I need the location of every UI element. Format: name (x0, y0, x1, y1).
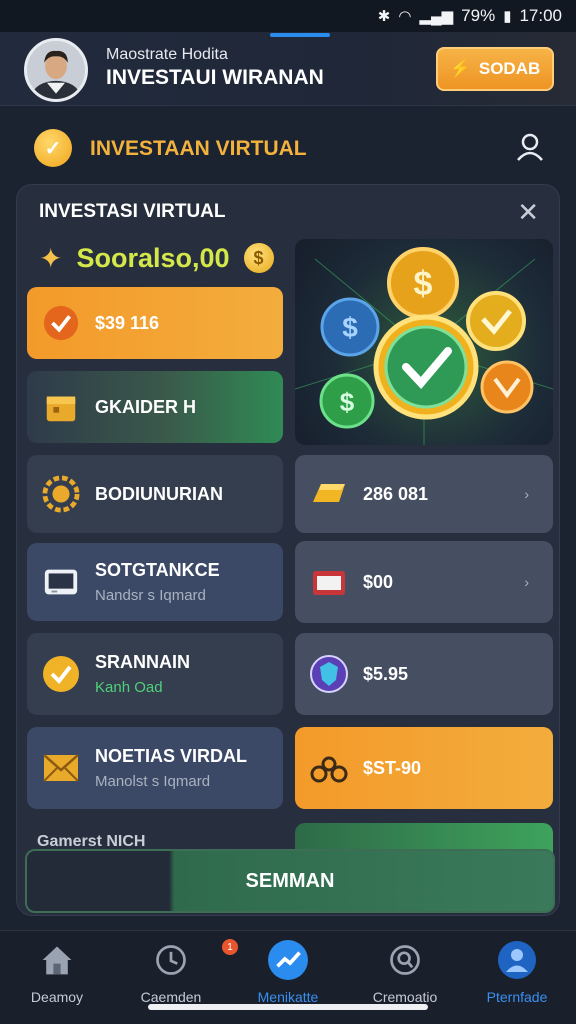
gold-bar-icon (309, 474, 349, 514)
home-icon (36, 939, 78, 981)
svg-text:$: $ (414, 265, 433, 303)
tile-right-4[interactable]: $ST-90 (295, 727, 553, 809)
tile-right-2[interactable]: $00 › (295, 541, 553, 623)
tile-left-4-sub: Nandsr s Iqmard (95, 587, 206, 604)
tile-left-1[interactable]: $39 116 (27, 287, 283, 359)
dollar-coin-icon: $ (243, 243, 274, 273)
nav-label-cremoatio: Cremoatio (372, 989, 438, 1005)
tile-left-6[interactable]: NOETIAS VIRDAL Manolst s Iqmard (27, 727, 283, 809)
section-header: ✓ INVESTAAN VIRTUAL (0, 118, 576, 178)
wifi-icon: ◠ (398, 8, 412, 25)
nav-label-menikatte: Menikatte (257, 989, 319, 1005)
header-subtitle: Maostrate Hodita (106, 46, 228, 63)
clock-time: 17:00 (519, 6, 562, 25)
balance-value: Sooralso,00 (76, 242, 230, 273)
nav-item-deamoy[interactable]: Deamoy (2, 939, 112, 1009)
shield-coin-icon (309, 654, 349, 694)
tile-left-2[interactable]: GKAIDER H (27, 371, 283, 443)
wallet-icon (309, 562, 349, 602)
nav-label-deamoy: Deamoy (30, 989, 84, 1005)
sodab-button[interactable]: ⚡ SODAB (436, 47, 554, 91)
avatar[interactable] (24, 38, 88, 102)
investment-card: INVESTASI VIRTUAL ✕ ✦ Sooralso,00 $ $ $ … (16, 184, 560, 916)
tile-left-3[interactable]: BODIUNURIAN (27, 455, 283, 533)
tile-right-3[interactable]: $5.95 (295, 633, 553, 715)
tile-left-5-label: SRANNAIN (95, 652, 191, 672)
tile-left-5-sub: Kanh Oad (95, 679, 163, 696)
tile-left-5[interactable]: SRANNAIN Kanh Oad (27, 633, 283, 715)
sodab-button-label: SODAB (478, 59, 541, 78)
tile-left-4-label: SOTGTANKCE (95, 560, 220, 580)
tile-right-1-label: 286 081 (363, 483, 429, 504)
signal-icon: ▂▄▆ (419, 8, 454, 25)
bluetooth-icon: ✱ (377, 8, 391, 25)
gear-coin-icon (41, 474, 81, 514)
bike-icon (309, 748, 349, 788)
tile-right-3-label: $5.95 (363, 663, 409, 684)
battery-level: 79% (461, 6, 496, 25)
section-title: INVESTAAN VIRTUAL (90, 137, 307, 160)
search-icon (384, 939, 426, 981)
svg-text:$: $ (342, 312, 358, 343)
tile-left-1-label: $39 116 (95, 312, 160, 333)
balance-row: ✦ Sooralso,00 $ (39, 241, 274, 275)
chart-icon (267, 939, 309, 981)
tile-right-1[interactable]: 286 081 › (295, 455, 553, 533)
home-indicator (148, 1004, 428, 1010)
svg-text:$: $ (340, 387, 355, 417)
check-key-icon (41, 303, 81, 343)
chevron-right-icon: › (524, 574, 529, 590)
tile-left-2-label: GKAIDER H (95, 396, 197, 417)
bolt-icon: ⚡ (449, 59, 471, 78)
tile-left-3-label: BODIUNURIAN (95, 483, 223, 504)
tile-left-6-sub: Manolst s Iqmard (95, 773, 211, 790)
tile-right-2-label: $00 (363, 571, 394, 592)
coins-illustration: $ $ $ (295, 239, 553, 445)
nav-item-pternfade[interactable]: Pternfade (462, 939, 572, 1009)
user-search-icon[interactable] (514, 130, 546, 162)
tablet-icon (41, 562, 81, 602)
nav-label-pternfade: Pternfade (486, 989, 548, 1005)
app-header: Maostrate Hodita INVESTAUI WIRANAN ⚡ SOD… (0, 32, 576, 106)
profile-icon (496, 939, 538, 981)
semman-button[interactable]: SEMMAN (25, 849, 555, 913)
clock-icon (150, 939, 192, 981)
notch-indicator (270, 33, 330, 37)
tile-left-4[interactable]: SOTGTANKCE Nandsr s Iqmard (27, 543, 283, 621)
status-bar: ✱ ◠ ▂▄▆ 79% ▮ 17:00 (0, 0, 576, 32)
nav-item-caemden[interactable]: Caemden (116, 939, 226, 1009)
nav-label-caemden: Caemden (140, 989, 202, 1005)
envelope-icon (41, 748, 81, 788)
header-title: INVESTAUI WIRANAN (106, 66, 324, 89)
close-icon[interactable]: ✕ (517, 197, 539, 228)
chevron-right-icon: › (524, 486, 529, 502)
card-title: INVESTASI VIRTUAL (39, 201, 226, 222)
nav-item-cremoatio[interactable]: Cremoatio (350, 939, 460, 1009)
box-icon (41, 387, 81, 427)
tile-left-6-label: NOETIAS VIRDAL (95, 746, 248, 766)
battery-icon: ▮ (503, 8, 512, 25)
sparkle-icon: ✦ (39, 242, 63, 274)
nav-item-menikatte[interactable]: Menikatte (233, 939, 343, 1009)
check-coin-icon: ✓ (34, 129, 72, 167)
check-coin-icon (41, 654, 81, 694)
tile-right-4-label: $ST-90 (363, 757, 422, 778)
